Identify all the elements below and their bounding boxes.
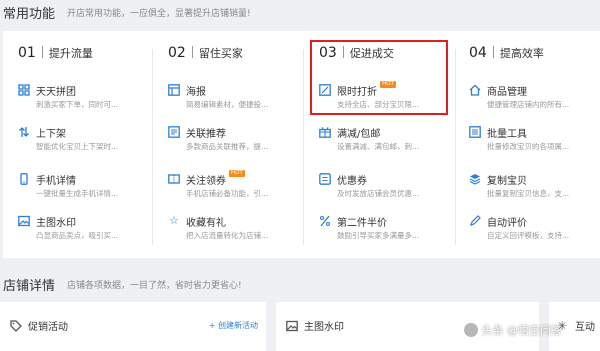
shop-section-header: 店铺详情 店铺各项数据，一目了然，省时省力更省心! (0, 272, 242, 296)
feature-desc: 多款商品关联推荐，提... (186, 142, 269, 151)
feature-name: 自动评价 (487, 218, 527, 229)
column-title: 提升流量 (48, 47, 93, 60)
column-retention: 02 留住买家 海报 简易编辑素材，便捷投... 关联推荐 多款商品关联推荐，提.… (168, 31, 303, 258)
feature-desc: 自定义回评模板，支持... (487, 231, 570, 240)
feature-desc: 便捷管理店铺内的所有... (487, 100, 570, 109)
watermark: 头条 @悟空问答 (463, 322, 563, 338)
create-activity-link[interactable]: + 创建新活动 (209, 320, 258, 331)
feature-name: 主图水印 (36, 218, 76, 229)
feature-desc: 智能优化宝贝上下架时... (36, 142, 119, 151)
sort-arrows-icon (18, 126, 30, 138)
column-efficiency: 04 提高效率 商品管理 便捷管理店铺内的所有... 批量工具 批量修改宝贝的各项… (469, 31, 600, 258)
column-title: 提高效率 (499, 47, 544, 60)
feature-desc: 一键批量生成手机详情... (36, 189, 119, 198)
section-title: 店铺详情 (3, 278, 56, 294)
feature-name: 天天拼团 (36, 87, 76, 98)
card-title: 主图水印 (286, 318, 344, 333)
feature-item-auto-review[interactable]: 自动评价 自定义回评模板，支持... (469, 214, 599, 250)
feature-item-watermark[interactable]: 主图水印 凸显商品卖点，吸引买... (18, 214, 148, 250)
hot-badge: HOT (229, 170, 245, 177)
section-subtitle: 开店常用功能，一应俱全，显著提升店铺销量! (67, 8, 251, 19)
feature-item-copy-product[interactable]: 复制宝贝 批量复制宝贝信息，支... (469, 172, 599, 208)
card-title-text: 促销活动 (28, 322, 68, 333)
feature-item-follow-coupon[interactable]: 关注领券HOT 手机店铺必备功能，引... (168, 170, 298, 208)
column-number: 01 (18, 45, 36, 61)
layers-icon (469, 173, 481, 185)
card-title: 促销活动 (10, 318, 68, 333)
section-title: 常用功能 (3, 6, 56, 22)
feature-name: 海报 (186, 87, 206, 98)
watermark-text: 头条 @悟空问答 (481, 324, 563, 337)
coupon-icon (168, 173, 180, 185)
feature-name: 满减/包邮 (337, 129, 381, 140)
column-header: 02 留住买家 (168, 45, 243, 61)
highlight-box (310, 40, 448, 115)
column-divider (303, 49, 304, 245)
card-title-text: 主图水印 (304, 322, 344, 333)
section-subtitle: 店铺各项数据，一目了然，省时省力更省心! (67, 280, 242, 291)
feature-name: 优惠券 (337, 176, 367, 187)
feature-desc: 手机店铺必备功能，引... (186, 189, 269, 198)
tag-icon (10, 319, 22, 332)
percent-icon (319, 215, 331, 227)
star-icon: ☆ (169, 214, 179, 227)
column-title: 留住买家 (198, 47, 243, 60)
feature-item-mobile-detail[interactable]: 手机详情 一键批量生成手机详情... (18, 172, 148, 208)
feature-name: 关注领券HOT (186, 170, 245, 187)
list-icon (469, 126, 481, 138)
feature-name: 批量工具 (487, 129, 527, 140)
common-section-header: 常用功能 开店常用功能，一应俱全，显著提升店铺销量! (0, 0, 251, 24)
feature-item-related[interactable]: 关联推荐 多款商品关联推荐，提... (168, 125, 298, 161)
feature-name: 上下架 (36, 129, 66, 140)
column-number: 04 (469, 45, 487, 61)
feature-desc: 刺激买家下单，同时可... (36, 100, 119, 109)
feature-name: 收藏有礼 (186, 218, 226, 229)
feature-name: 关联推荐 (186, 129, 226, 140)
watermark-logo-icon (463, 323, 478, 337)
feature-panel: 01 提升流量 天天拼团 刺激买家下单，同时可... 上下架 智能优化宝贝上下架时… (3, 31, 600, 258)
grid-icon (18, 84, 30, 96)
feature-item-favorite-gift[interactable]: ☆ 收藏有礼 把入店流量转化为店铺... (168, 214, 298, 250)
link-icon (168, 126, 180, 138)
card-title: ✳ 互动 (557, 318, 595, 334)
column-divider (455, 49, 456, 245)
feature-name: 商品管理 (487, 87, 527, 98)
column-header: 01 提升流量 (18, 45, 93, 61)
feature-item-poster[interactable]: 海报 简易编辑素材，便捷投... (168, 83, 298, 119)
feature-desc: 批量复制宝贝信息，支... (487, 189, 570, 198)
feature-desc: 凸显商品卖点，吸引买... (36, 231, 119, 240)
feature-item-coupon[interactable]: 优惠券 及时发放店铺会员优惠... (319, 172, 449, 208)
feature-desc: 批量修改宝贝的各项属... (487, 142, 570, 151)
promo-card: 促销活动 + 创建新活动 (0, 302, 266, 351)
feature-name: 复制宝贝 (487, 176, 527, 187)
feature-item-full-reduction[interactable]: 满减/包邮 设置满减、满包邮，刺... (319, 125, 449, 161)
feature-item-listing[interactable]: 上下架 智能优化宝贝上下架时... (18, 125, 148, 161)
home-icon (469, 84, 481, 96)
column-divider (152, 49, 153, 245)
poster-icon (168, 84, 180, 96)
feature-item-product-manage[interactable]: 商品管理 便捷管理店铺内的所有... (469, 83, 599, 119)
voucher-icon (319, 173, 331, 185)
feature-desc: 设置满减、满包邮，刺... (337, 142, 420, 151)
feature-item-second-half[interactable]: 第二件半价 鼓励引导买家多满量多... (319, 214, 449, 250)
feature-item-batch-tool[interactable]: 批量工具 批量修改宝贝的各项属... (469, 125, 599, 161)
feature-name: 手机详情 (36, 176, 76, 187)
card-title-text: 互动 (575, 322, 595, 333)
image-icon (286, 320, 298, 332)
feature-desc: 把入店流量转化为店铺... (186, 231, 269, 240)
column-header: 04 提高效率 (469, 45, 544, 61)
image-icon (18, 215, 30, 227)
feature-item-group-buy[interactable]: 天天拼团 刺激买家下单，同时可... (18, 83, 148, 119)
pencil-icon (469, 215, 481, 227)
feature-desc: 及时发放店铺会员优惠... (337, 189, 420, 198)
column-traffic: 01 提升流量 天天拼团 刺激买家下单，同时可... 上下架 智能优化宝贝上下架时… (18, 31, 153, 258)
feature-desc: 鼓励引导买家多满量多... (337, 231, 420, 240)
gift-icon (319, 126, 331, 138)
column-number: 02 (168, 45, 186, 61)
phone-icon (18, 173, 30, 185)
feature-desc: 简易编辑素材，便捷投... (186, 100, 269, 109)
feature-name: 第二件半价 (337, 218, 387, 229)
